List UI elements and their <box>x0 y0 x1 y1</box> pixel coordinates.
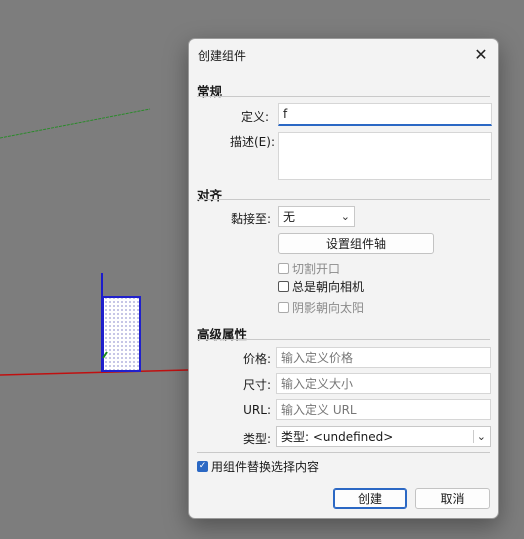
definition-label: 定义: <box>240 110 269 124</box>
glue-to-label: 黏接至: <box>230 212 271 226</box>
create-button[interactable]: 创建 <box>333 488 407 509</box>
cancel-button[interactable]: 取消 <box>415 488 490 509</box>
cut-opening-label: 切割开口 <box>292 262 341 276</box>
url-label: URL: <box>243 403 271 417</box>
price-field[interactable]: 输入定义价格 <box>276 347 491 368</box>
size-placeholder: 输入定义大小 <box>281 377 354 391</box>
green-axis <box>0 108 151 139</box>
dialog-title: 创建组件 <box>198 49 247 63</box>
checkbox-box <box>278 302 289 313</box>
advanced-section-header: 高级属性 <box>197 327 248 342</box>
glue-to-value: 无 <box>283 210 296 224</box>
divider <box>197 199 490 200</box>
checkbox-box <box>278 263 289 274</box>
definition-field[interactable]: f <box>278 103 492 126</box>
type-value: 类型: <undefined> <box>281 430 394 444</box>
chevron-down-icon: ⌄ <box>340 210 350 223</box>
create-component-dialog: 创建组件 ✕ 常规 定义: f 描述(E): 对齐 黏接至: 无 ⌄ 设置组件轴… <box>188 38 499 519</box>
alignment-section-header: 对齐 <box>197 188 223 203</box>
description-field[interactable] <box>278 132 492 180</box>
close-icon[interactable]: ✕ <box>470 43 492 65</box>
price-placeholder: 输入定义价格 <box>281 351 354 365</box>
checkbox-box <box>278 281 289 292</box>
definition-value: f <box>283 107 288 121</box>
selected-box[interactable] <box>102 296 141 372</box>
glue-to-select[interactable]: 无 ⌄ <box>278 206 355 227</box>
checkmark-icon: ✓ <box>197 461 208 472</box>
type-label: 类型: <box>242 432 271 446</box>
face-camera-label: 总是朝向相机 <box>292 280 365 294</box>
description-label: 描述(E): <box>230 135 275 149</box>
shadows-face-sun-checkbox[interactable]: 阴影朝向太阳 <box>278 299 364 316</box>
divider <box>197 96 490 97</box>
size-field[interactable]: 输入定义大小 <box>276 373 491 394</box>
url-field[interactable]: 输入定义 URL <box>276 399 491 420</box>
general-section-header: 常规 <box>197 84 223 99</box>
shadows-face-sun-label: 阴影朝向太阳 <box>292 301 365 315</box>
replace-selection-label: 用组件替换选择内容 <box>211 460 320 474</box>
chevron-down-icon: ⌄ <box>472 430 486 443</box>
red-axis <box>0 369 189 376</box>
cut-opening-checkbox[interactable]: 切割开口 <box>278 260 340 277</box>
divider <box>197 452 490 453</box>
replace-selection-checkbox[interactable]: ✓ 用组件替换选择内容 <box>197 458 319 475</box>
divider <box>197 339 490 340</box>
size-label: 尺寸: <box>242 378 271 392</box>
url-placeholder: 输入定义 URL <box>281 403 357 417</box>
type-select[interactable]: 类型: <undefined> ⌄ <box>276 426 491 447</box>
face-camera-checkbox[interactable]: 总是朝向相机 <box>278 278 364 295</box>
set-component-axes-button[interactable]: 设置组件轴 <box>278 233 434 254</box>
titlebar: 创建组件 ✕ <box>189 39 498 69</box>
price-label: 价格: <box>242 352 271 366</box>
